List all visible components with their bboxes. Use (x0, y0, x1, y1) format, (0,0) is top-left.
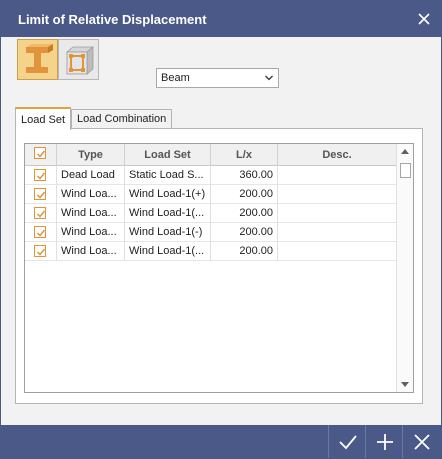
cell-desc[interactable] (278, 242, 397, 261)
tab-load-set[interactable]: Load Set (15, 107, 72, 130)
window-title: Limit of Relative Displacement (18, 12, 207, 27)
cell-load-set[interactable]: Wind Load-1(+) (125, 185, 211, 204)
check-icon (339, 435, 357, 450)
scroll-thumb[interactable] (400, 163, 411, 178)
cell-desc[interactable] (278, 185, 397, 204)
tab-load-set-label: Load Set (21, 114, 66, 126)
cell-load-set[interactable]: Wind Load-1(... (125, 242, 211, 261)
vertical-scrollbar[interactable] (396, 144, 413, 392)
cell-load-set[interactable]: Wind Load-1(... (125, 204, 211, 223)
member-type-select[interactable]: Beam (156, 68, 279, 88)
cell-lx[interactable]: 200.00 (211, 223, 278, 242)
check-icon (36, 191, 46, 199)
limit-of-relative-displacement-dialog: Limit of Relative Displacement Beam Load… (0, 0, 442, 459)
cell-type[interactable]: Wind Loa... (57, 185, 125, 204)
cancel-button[interactable] (402, 425, 439, 458)
chevron-down-icon (265, 75, 273, 81)
select-all-checkbox[interactable] (34, 147, 46, 159)
cell-lx[interactable]: 360.00 (211, 166, 278, 185)
cell-check (25, 204, 57, 223)
table-row[interactable]: Dead Load Static Load S... 360.00 (25, 166, 397, 185)
cell-type[interactable]: Wind Loa... (57, 204, 125, 223)
row-checkbox[interactable] (34, 245, 46, 257)
check-icon (36, 229, 46, 237)
close-icon (414, 434, 430, 450)
check-icon (36, 150, 46, 158)
cell-type[interactable]: Wind Loa... (57, 242, 125, 261)
row-checkbox[interactable] (34, 207, 46, 219)
header-load-set[interactable]: Load Set (125, 144, 211, 166)
cell-lx[interactable]: 200.00 (211, 242, 278, 261)
load-set-table: Type Load Set L/x Desc. Dead Load Static … (24, 143, 414, 393)
check-icon (36, 172, 46, 180)
header-select-all[interactable] (25, 144, 57, 166)
load-set-panel: Type Load Set L/x Desc. Dead Load Static … (15, 128, 423, 404)
row-checkbox[interactable] (34, 188, 46, 200)
scroll-down-icon[interactable] (401, 382, 409, 388)
table-row[interactable]: Wind Loa... Wind Load-1(... 200.00 (25, 242, 397, 261)
plus-icon (377, 434, 393, 450)
ok-button[interactable] (328, 425, 365, 458)
row-checkbox[interactable] (34, 169, 46, 181)
cell-type[interactable]: Wind Loa... (57, 223, 125, 242)
row-checkbox[interactable] (34, 226, 46, 238)
cell-desc[interactable] (278, 204, 397, 223)
table-row[interactable]: Wind Loa... Wind Load-1(-) 200.00 (25, 223, 397, 242)
footer-bar (1, 425, 441, 458)
beam-mode-button[interactable] (17, 39, 58, 80)
add-button[interactable] (365, 425, 402, 458)
cell-check (25, 242, 57, 261)
box-frame-mode-button[interactable] (58, 39, 99, 80)
check-icon (36, 248, 46, 256)
tab-load-combination[interactable]: Load Combination (71, 109, 173, 129)
beam-icon (26, 44, 53, 73)
table-row[interactable]: Wind Loa... Wind Load-1(... 200.00 (25, 204, 397, 223)
title-bar[interactable]: Limit of Relative Displacement (1, 1, 441, 37)
cell-desc[interactable] (278, 223, 397, 242)
tab-load-combination-label: Load Combination (77, 113, 167, 125)
cell-load-set[interactable]: Wind Load-1(-) (125, 223, 211, 242)
cell-check (25, 166, 57, 185)
cell-type[interactable]: Dead Load (57, 166, 125, 185)
cell-lx[interactable]: 200.00 (211, 204, 278, 223)
cell-lx[interactable]: 200.00 (211, 185, 278, 204)
header-desc[interactable]: Desc. (278, 144, 397, 166)
member-type-value: Beam (161, 72, 190, 84)
scroll-up-icon[interactable] (401, 148, 409, 154)
cell-check (25, 223, 57, 242)
check-icon (36, 210, 46, 218)
table-row[interactable]: Wind Loa... Wind Load-1(+) 200.00 (25, 185, 397, 204)
box-frame-icon (65, 46, 95, 75)
cell-desc[interactable] (278, 166, 397, 185)
close-icon[interactable] (413, 8, 435, 30)
cell-load-set[interactable]: Static Load S... (125, 166, 211, 185)
cell-check (25, 185, 57, 204)
header-type[interactable]: Type (57, 144, 125, 166)
header-lx[interactable]: L/x (211, 144, 278, 166)
table-header: Type Load Set L/x Desc. (25, 144, 397, 166)
